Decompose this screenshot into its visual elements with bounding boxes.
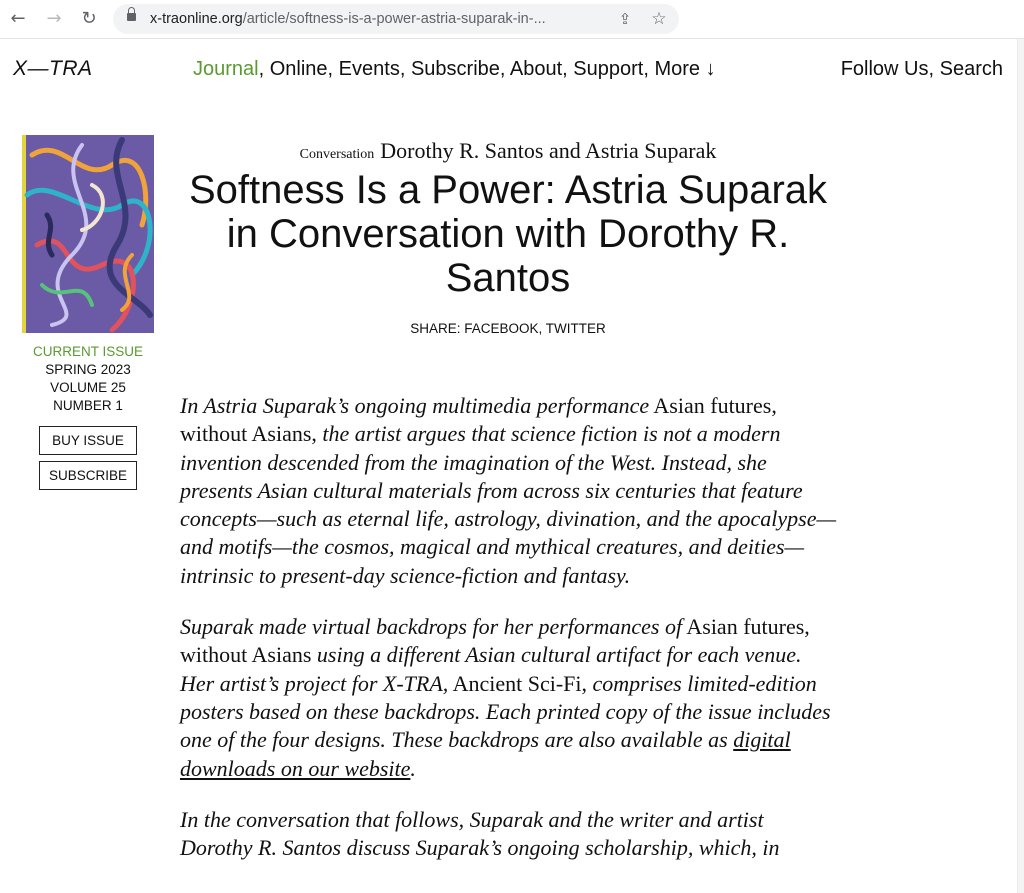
issue-season: SPRING 2023 (45, 362, 131, 377)
nav-about[interactable]: About (510, 58, 562, 80)
article-category[interactable]: Conversation (300, 147, 375, 162)
article-body: In Astria Suparak’s ongoing multimedia p… (180, 392, 840, 885)
issue-cover-image[interactable] (22, 135, 154, 333)
article-authors: Dorothy R. Santos and Astria Suparak (380, 138, 717, 163)
star-icon[interactable]: ☆ (648, 7, 670, 31)
share-twitter-link[interactable]: TWITTER (546, 321, 606, 336)
paragraph: In Astria Suparak’s ongoing multimedia p… (180, 393, 837, 588)
share-label: SHARE: (410, 321, 461, 336)
browser-toolbar: ← → ↻ x-traonline.org/article/softness-i… (0, 0, 1024, 39)
share-facebook-link[interactable]: FACEBOOK (464, 321, 538, 336)
arrow-right-icon[interactable]: → (42, 7, 66, 31)
article-kicker: Conversation Dorothy R. Santos and Astria… (182, 138, 834, 164)
current-issue-info: CURRENT ISSUE SPRING 2023 VOLUME 25 NUMB… (22, 343, 154, 415)
subscribe-button[interactable]: SUBSCRIBE (39, 461, 137, 490)
nav-search[interactable]: Search (940, 58, 1003, 80)
site-logo[interactable]: X—TRA (13, 57, 93, 81)
issue-number: NUMBER 1 (53, 398, 123, 413)
share-icon[interactable]: ⇪ (614, 7, 636, 31)
url-text[interactable]: x-traonline.org/article/softness-is-a-po… (150, 11, 546, 27)
reload-icon[interactable]: ↻ (77, 7, 101, 31)
buy-issue-button[interactable]: BUY ISSUE (39, 426, 137, 455)
nav-more[interactable]: More ↓ (654, 58, 715, 80)
scrollbar[interactable] (1017, 39, 1024, 893)
address-bar[interactable]: x-traonline.org/article/softness-is-a-po… (113, 4, 679, 34)
issue-volume: VOLUME 25 (50, 380, 126, 395)
arrow-left-icon[interactable]: ← (6, 7, 30, 31)
nav-events[interactable]: Events (339, 58, 400, 80)
paragraph: In the conversation that follows, Supara… (180, 806, 780, 861)
nav-support[interactable]: Support (573, 58, 643, 80)
utility-nav: Follow Us, Search (840, 58, 1003, 80)
article-title: Softness Is a Power: Astria Suparak in C… (188, 168, 828, 300)
lock-icon (127, 7, 136, 21)
current-issue-link[interactable]: CURRENT ISSUE (22, 343, 154, 361)
share-links: SHARE: FACEBOOK, TWITTER (410, 321, 606, 336)
nav-online[interactable]: Online (270, 58, 328, 80)
nav-journal[interactable]: Journal (193, 58, 259, 80)
paragraph: Suparak made virtual backdrops for her p… (180, 614, 831, 781)
main-nav: Journal, Online, Events, Subscribe, Abou… (193, 58, 716, 80)
nav-subscribe[interactable]: Subscribe (411, 58, 500, 80)
nav-follow-us[interactable]: Follow Us (841, 58, 929, 80)
